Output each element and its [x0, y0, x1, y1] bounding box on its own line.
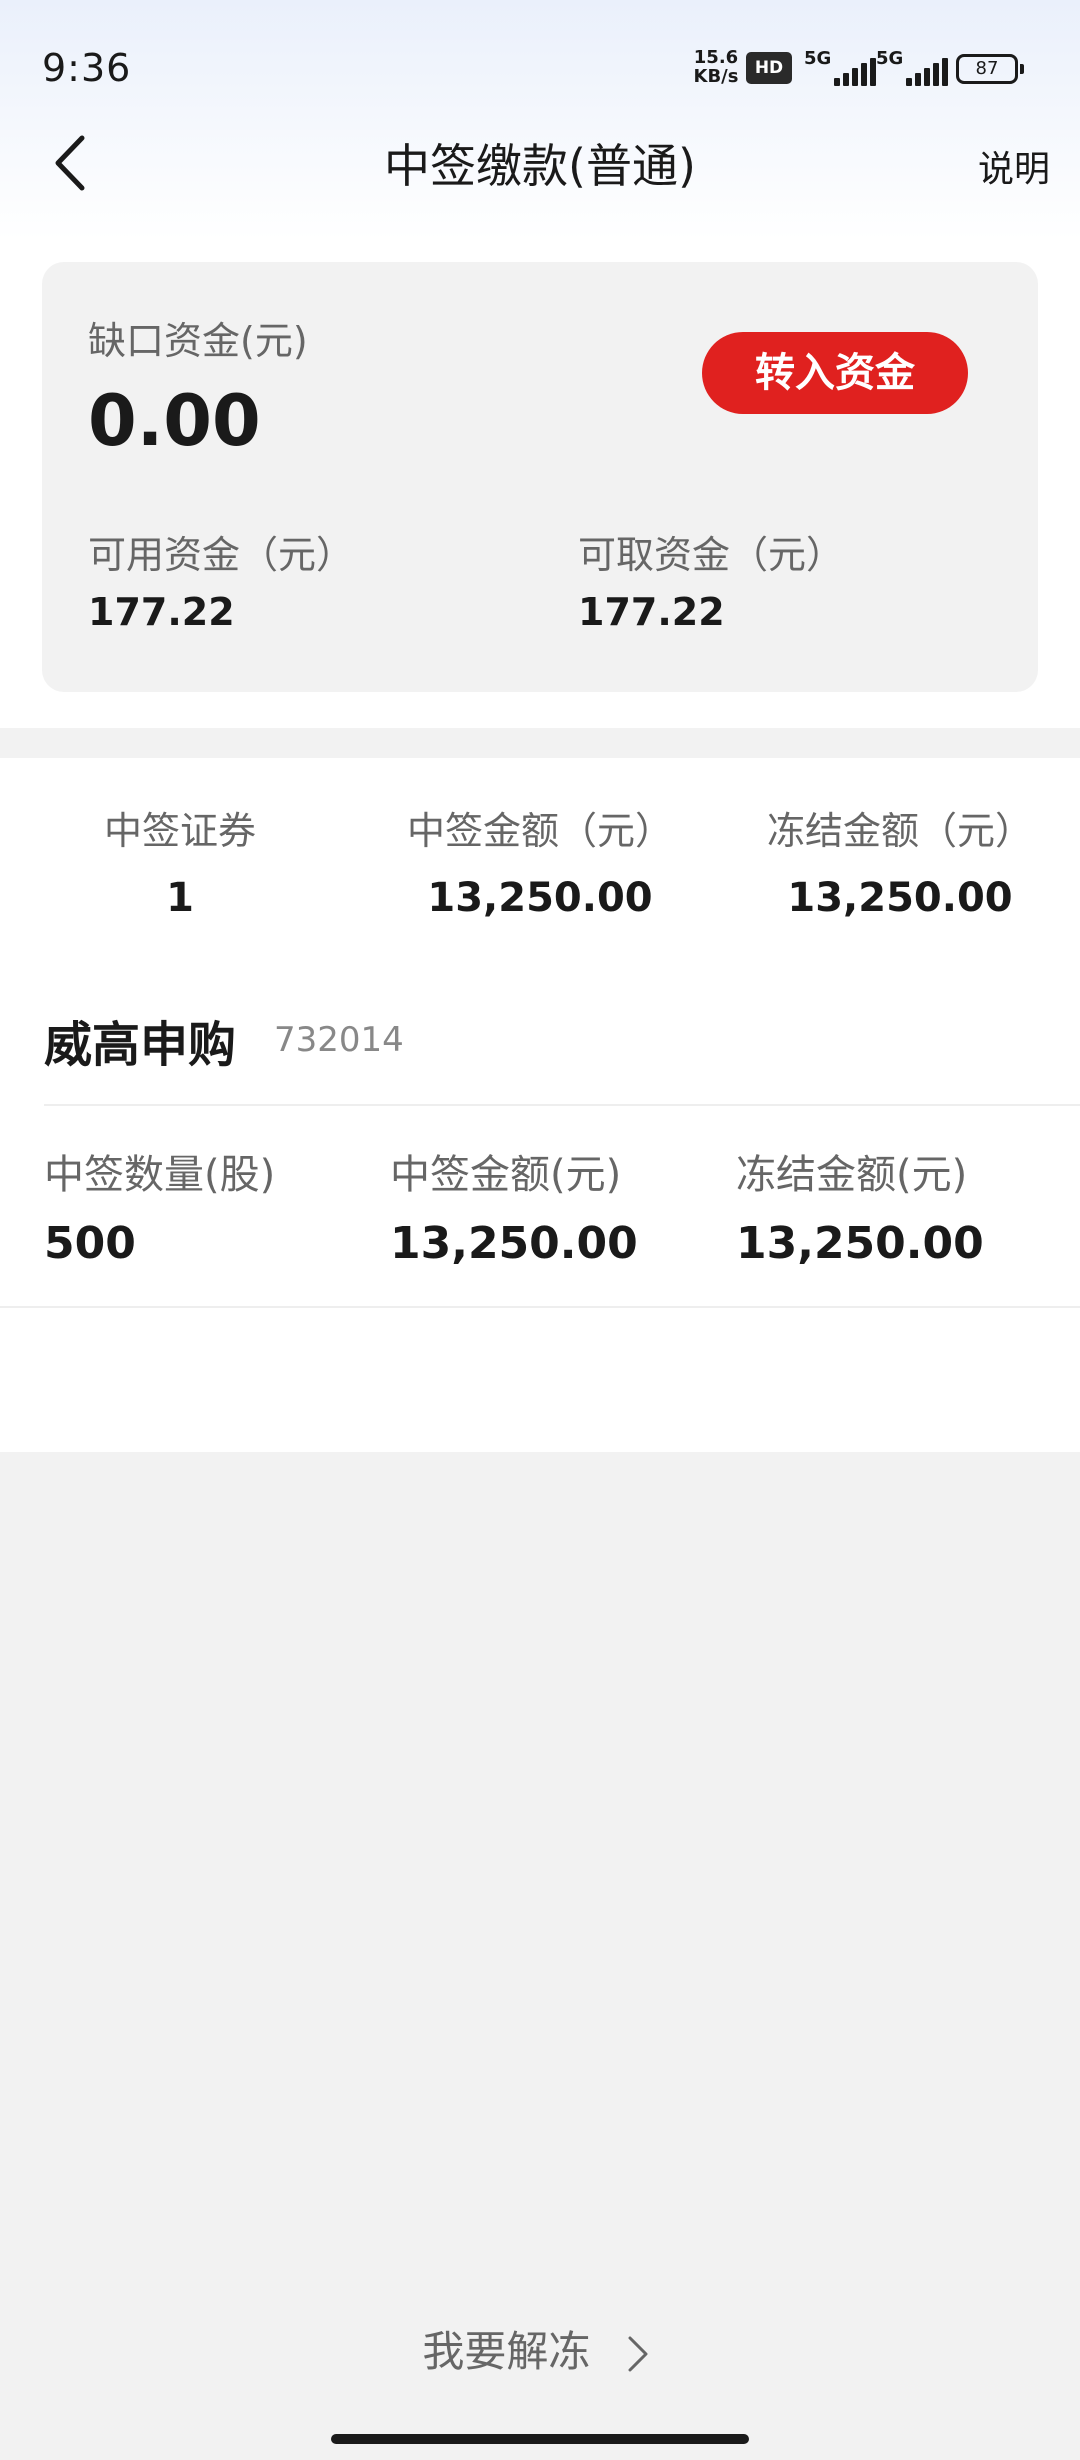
- help-button[interactable]: 说明: [978, 140, 1050, 192]
- chevron-right-icon: [628, 2336, 648, 2372]
- detail-frozen-amount: 冻结金额(元) 13,250.00: [736, 1142, 1076, 1269]
- unfreeze-label: 我要解冻: [422, 2327, 591, 2376]
- divider: [44, 1104, 1080, 1106]
- battery-icon: 87: [956, 54, 1024, 84]
- stat-label: 中签证券: [103, 809, 256, 853]
- signal-sim1-icon: 5G: [804, 48, 878, 88]
- network-speed-unit: KB/s: [693, 66, 739, 87]
- available-funds-label: 可用资金（元）: [88, 533, 355, 577]
- fund-card: 缺口资金(元) 0.00 转入资金 可用资金（元） 177.22 可取资金（元）…: [42, 262, 1038, 692]
- network-speed: 15.6 KB/s: [688, 48, 744, 86]
- stat-label: 中签金额（元）: [406, 809, 673, 853]
- signal-sim2-icon: 5G: [876, 48, 950, 88]
- page-title: 中签缴款(普通): [384, 139, 696, 193]
- summary-winning-securities: 中签证券 1: [0, 800, 360, 921]
- detail-winning-amount: 中签金额(元) 13,250.00: [390, 1142, 730, 1269]
- detail-value: 13,250.00: [736, 1218, 984, 1269]
- stat-value: 13,250.00: [427, 875, 653, 921]
- status-bar: 9:36 15.6 KB/s HD 5G 5G 87: [0, 0, 1080, 130]
- transfer-funds-button[interactable]: 转入资金: [702, 332, 968, 414]
- detail-value: 500: [44, 1218, 136, 1269]
- summary-winning-amount: 中签金额（元） 13,250.00: [360, 800, 720, 921]
- hd-badge: HD: [746, 52, 792, 84]
- shortfall-value: 0.00: [88, 380, 261, 462]
- summary-frozen-amount: 冻结金额（元） 13,250.00: [720, 800, 1080, 921]
- detail-label: 中签金额(元): [390, 1152, 622, 1198]
- available-funds-value: 177.22: [88, 590, 235, 634]
- section-divider: [0, 728, 1080, 758]
- detail-winning-quantity: 中签数量(股) 500: [44, 1142, 384, 1269]
- stat-value: 1: [166, 875, 194, 921]
- ipo-payment-page: 9:36 15.6 KB/s HD 5G 5G 87 中签缴款(普通) 说明 缺…: [0, 0, 1080, 2460]
- detail-label: 冻结金额(元): [736, 1152, 968, 1198]
- detail-value: 13,250.00: [390, 1218, 638, 1269]
- stock-code: 732014: [274, 1020, 404, 1060]
- network-speed-value: 15.6: [693, 47, 739, 68]
- unfreeze-link[interactable]: 我要解冻: [0, 2318, 1080, 2379]
- detail-label: 中签数量(股): [44, 1152, 276, 1198]
- sim2-network-label: 5G: [876, 48, 904, 69]
- stock-name: 威高申购: [44, 1017, 237, 1073]
- stat-label: 冻结金额（元）: [766, 809, 1033, 853]
- withdrawable-funds-label: 可取资金（元）: [578, 533, 845, 577]
- sim1-network-label: 5G: [804, 48, 832, 69]
- status-time: 9:36: [42, 46, 132, 90]
- shortfall-label: 缺口资金(元): [88, 319, 308, 363]
- stat-value: 13,250.00: [787, 875, 1013, 921]
- home-indicator[interactable]: [331, 2434, 749, 2444]
- withdrawable-funds-value: 177.22: [578, 590, 725, 634]
- divider: [0, 1306, 1080, 1308]
